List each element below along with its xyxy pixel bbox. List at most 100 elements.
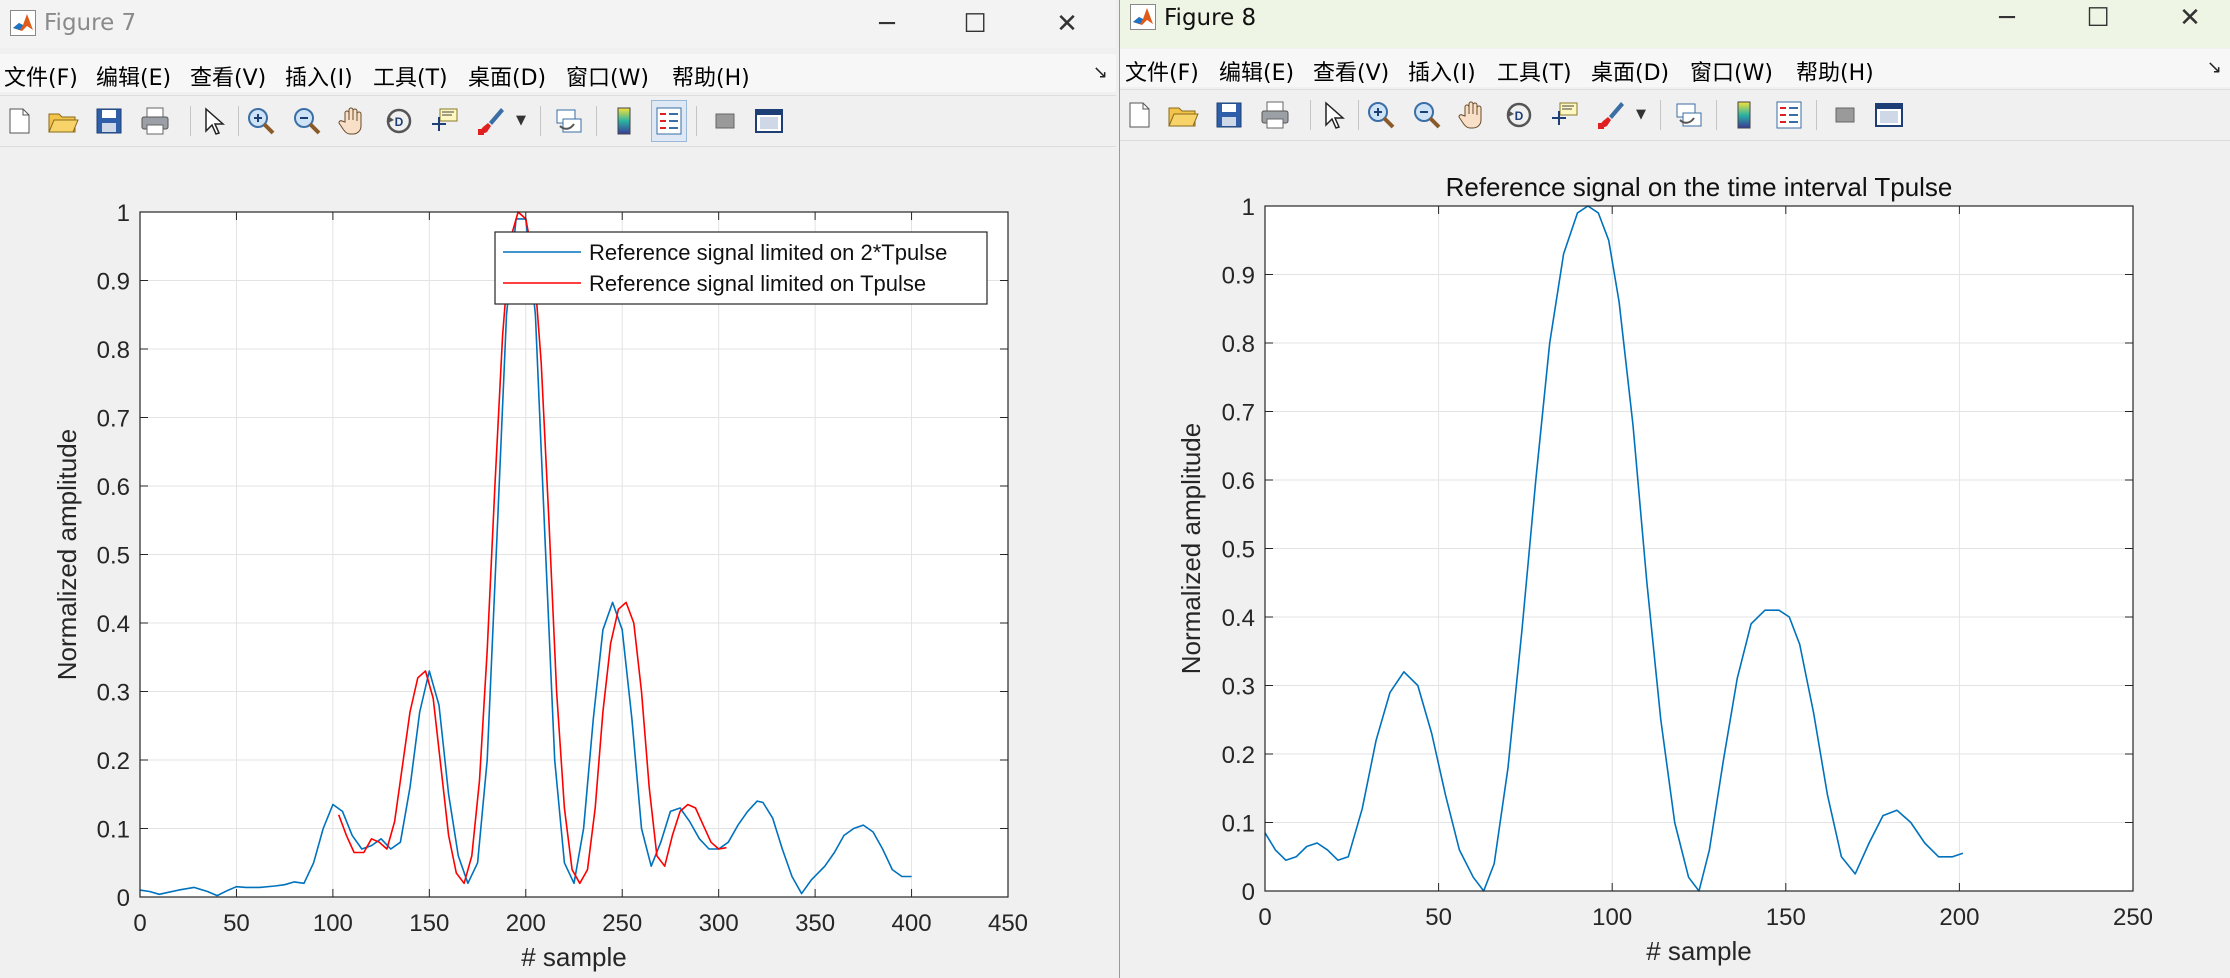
- minimize-button[interactable]: ─: [852, 0, 922, 48]
- pan-hand-icon[interactable]: [336, 104, 370, 138]
- zoom-out-icon[interactable]: [1410, 98, 1444, 132]
- maximize-button[interactable]: ☐: [940, 0, 1010, 48]
- menu-view[interactable]: 查看(V): [1313, 55, 1389, 87]
- x-tick-label: 0: [1258, 904, 1271, 931]
- new-figure-icon[interactable]: [2, 104, 36, 138]
- window-title: Figure 7: [44, 10, 137, 36]
- x-tick-label: 250: [2113, 904, 2153, 931]
- window-title: Figure 8: [1164, 5, 1257, 31]
- zoom-in-icon[interactable]: [244, 104, 278, 138]
- menu-window[interactable]: 窗口(W): [1690, 55, 1773, 87]
- y-tick-label: 0.1: [97, 817, 130, 844]
- menu-edit[interactable]: 编辑(E): [96, 60, 171, 92]
- print-icon[interactable]: [138, 104, 172, 138]
- rotate-3d-icon[interactable]: D: [1502, 98, 1536, 132]
- menu-tools[interactable]: 工具(T): [373, 60, 448, 92]
- print-icon[interactable]: [1258, 98, 1292, 132]
- x-tick-label: 100: [1592, 904, 1632, 931]
- menu-view[interactable]: 查看(V): [190, 60, 266, 92]
- brush-dropdown-icon[interactable]: ▼: [514, 104, 528, 138]
- menu-insert[interactable]: 插入(I): [285, 60, 353, 92]
- figure7-menubar: 文件(F) 编辑(E) 查看(V) 插入(I) 工具(T) 桌面(D) 窗口(W…: [0, 54, 1116, 92]
- minimize-button[interactable]: ─: [1972, 0, 2042, 42]
- x-tick-label: 0: [133, 910, 146, 937]
- x-axis-label: # sample: [1646, 936, 1752, 966]
- open-file-icon[interactable]: [45, 104, 79, 138]
- pointer-icon[interactable]: [1315, 98, 1349, 132]
- link-plot-icon[interactable]: [552, 104, 586, 138]
- figure7-plot-area: 0 50 100 150 200 250 300 350 400 450 0 0.1 0.2 0.3 0.4…: [0, 147, 1116, 978]
- y-tick-label: 0.2: [97, 748, 130, 775]
- figure7-titlebar[interactable]: Figure 7 ─ ☐ ✕: [0, 0, 1116, 48]
- y-tick-label: 0.2: [1222, 742, 1255, 769]
- x-tick-label: 250: [602, 910, 642, 937]
- menu-edit[interactable]: 编辑(E): [1219, 55, 1294, 87]
- menu-help[interactable]: 帮助(H): [1796, 55, 1874, 87]
- y-tick-label: 1: [1242, 194, 1255, 221]
- toolbar-separator: [1816, 100, 1817, 130]
- brush-icon[interactable]: [1594, 98, 1628, 132]
- colorbar-icon[interactable]: [1727, 98, 1761, 132]
- save-icon[interactable]: [92, 104, 126, 138]
- legend[interactable]: Reference signal limited on 2*Tpulse Refe…: [494, 231, 988, 305]
- menu-help[interactable]: 帮助(H): [672, 60, 750, 92]
- figure8-plot-area: 0 50 100 150 200 250 0 0.1 0.2 0.3 0.4 0.5 0.6 0.7 0.8…: [1120, 141, 2230, 978]
- menu-tools[interactable]: 工具(T): [1497, 55, 1572, 87]
- menu-desktop[interactable]: 桌面(D): [468, 60, 546, 92]
- x-axis-label: # sample: [521, 942, 627, 972]
- x-tick-label: 350: [795, 910, 835, 937]
- hide-plot-tools-icon[interactable]: [1828, 98, 1862, 132]
- toolbar-separator: [1716, 100, 1717, 130]
- figure8-menubar: 文件(F) 编辑(E) 查看(V) 插入(I) 工具(T) 桌面(D) 窗口(W…: [1120, 49, 2230, 87]
- figure7-chart[interactable]: 0 50 100 150 200 250 300 350 400 450 0 0.1 0.2 0.3 0.4…: [0, 147, 1116, 978]
- svg-text:D: D: [395, 115, 404, 129]
- open-file-icon[interactable]: [1165, 98, 1199, 132]
- close-button[interactable]: ✕: [1032, 0, 1102, 48]
- save-icon[interactable]: [1212, 98, 1246, 132]
- menu-window[interactable]: 窗口(W): [566, 60, 649, 92]
- data-cursor-icon[interactable]: [1548, 98, 1582, 132]
- y-tick-label: 0.3: [1222, 674, 1255, 701]
- figure8-titlebar[interactable]: Figure 8 ─ ☐ ✕: [1120, 0, 2230, 48]
- y-tick-label: 0.7: [97, 406, 130, 433]
- maximize-button[interactable]: ☐: [2063, 0, 2133, 42]
- dock-arrow-icon[interactable]: ↘: [1093, 62, 1108, 83]
- show-plot-tools-icon[interactable]: [1872, 98, 1906, 132]
- legend-icon[interactable]: [1772, 98, 1806, 132]
- menu-insert[interactable]: 插入(I): [1408, 55, 1476, 87]
- figure7-toolbar: D ▼: [0, 95, 1116, 147]
- y-tick-label: 0.9: [1222, 263, 1255, 290]
- show-plot-tools-icon[interactable]: [752, 104, 786, 138]
- dock-arrow-icon[interactable]: ↘: [2207, 57, 2222, 78]
- zoom-out-icon[interactable]: [290, 104, 324, 138]
- colorbar-icon[interactable]: [607, 104, 641, 138]
- legend-icon[interactable]: [651, 100, 687, 142]
- zoom-in-icon[interactable]: [1364, 98, 1398, 132]
- brush-dropdown-icon[interactable]: ▼: [1634, 98, 1648, 132]
- x-tick-label: 300: [699, 910, 739, 937]
- toolbar-separator: [1310, 100, 1311, 130]
- x-tick-label: 200: [1939, 904, 1979, 931]
- link-plot-icon[interactable]: [1672, 98, 1706, 132]
- menu-desktop[interactable]: 桌面(D): [1591, 55, 1669, 87]
- matlab-logo-icon: [10, 10, 36, 36]
- legend-entry-label: Reference signal limited on 2*Tpulse: [589, 240, 947, 265]
- toolbar-separator: [1358, 100, 1359, 130]
- rotate-3d-icon[interactable]: D: [382, 104, 416, 138]
- close-button[interactable]: ✕: [2155, 0, 2225, 42]
- x-tick-label: 150: [409, 910, 449, 937]
- y-tick-label: 0.8: [1222, 331, 1255, 358]
- hide-plot-tools-icon[interactable]: [708, 104, 742, 138]
- y-tick-label: 0: [117, 885, 130, 912]
- data-cursor-icon[interactable]: [428, 104, 462, 138]
- figure8-chart[interactable]: 0 50 100 150 200 250 0 0.1 0.2 0.3 0.4 0.5 0.6 0.7 0.8…: [1120, 141, 2230, 978]
- pan-hand-icon[interactable]: [1456, 98, 1490, 132]
- menu-file[interactable]: 文件(F): [1125, 55, 1199, 87]
- y-tick-label: 0.8: [97, 337, 130, 364]
- menu-file[interactable]: 文件(F): [4, 60, 78, 92]
- y-tick-label: 0.1: [1222, 811, 1255, 838]
- brush-icon[interactable]: [474, 104, 508, 138]
- pointer-icon[interactable]: [195, 104, 229, 138]
- toolbar-separator: [540, 106, 541, 136]
- new-figure-icon[interactable]: [1122, 98, 1156, 132]
